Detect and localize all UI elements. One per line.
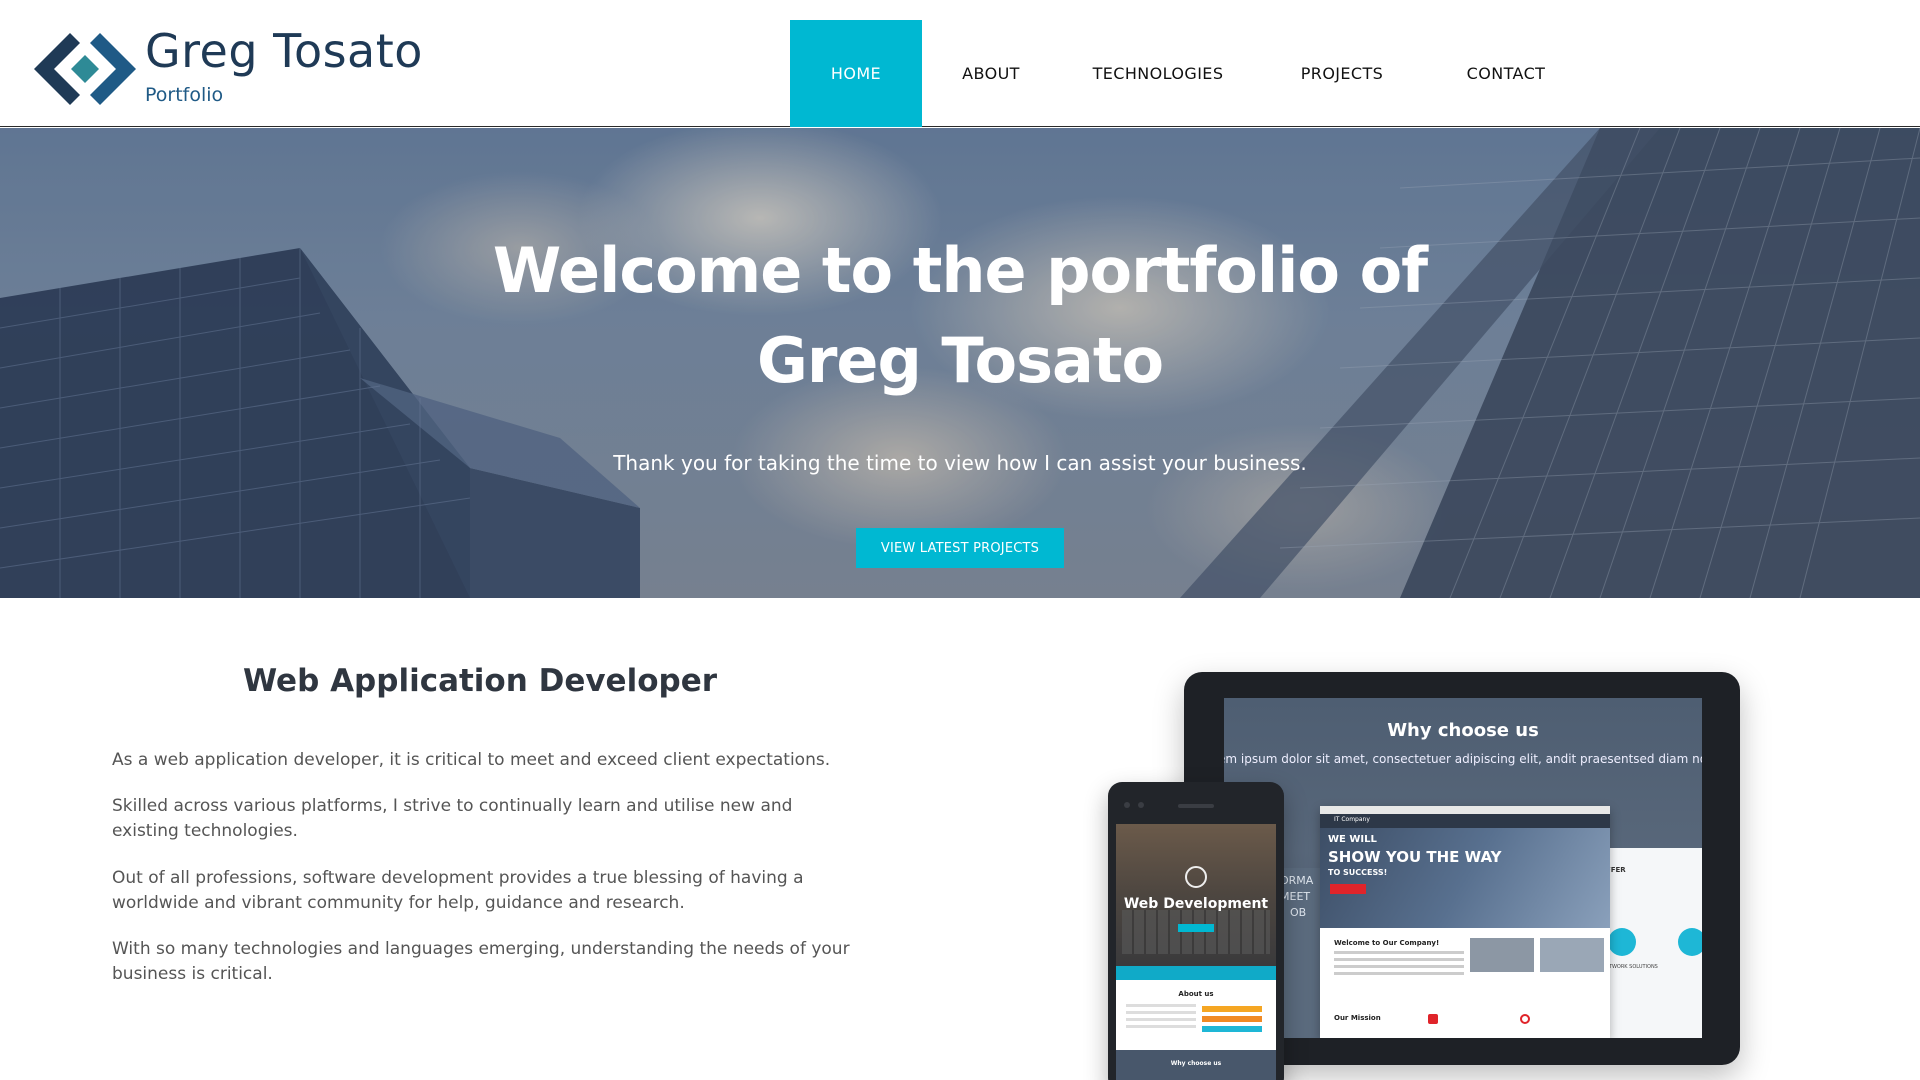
nav-about[interactable]: ABOUT [922,20,1060,127]
phone-hero: Web Development [1116,824,1276,966]
phone-hero-button [1178,924,1214,932]
about-paragraph-1: As a web application developer, it is cr… [112,750,831,770]
tablet-network-label: NETWORK SOLUTIONS [1602,964,1658,970]
site-header: Greg Tosato Portfolio HOME ABOUT TECHNOL… [0,0,1920,127]
window-mission-icon [1428,1014,1438,1024]
brand-subtitle: Portfolio [145,84,224,106]
phone-camera-icon [1124,802,1130,808]
hero-title-line1: Welcome to the portfolio of [492,234,1428,307]
window-hero-line3: TO SUCCESS! [1328,868,1388,877]
section-title: Web Application Developer [242,663,718,699]
tablet-screen: Why choose us em ipsum dolor sit amet, c… [1224,698,1702,1038]
about-paragraph-2: Skilled across various platforms, I stri… [112,796,793,841]
hero-subtitle: Thank you for taking the time to view ho… [613,451,1307,475]
phone-keyboard-image [1122,910,1270,954]
window-titlebar [1320,806,1610,814]
network-icon [1608,928,1636,956]
phone-sensor-icon [1138,802,1144,808]
tablet-left-text-1: ORMA [1280,874,1314,887]
tablet-left-text-3: OB [1290,906,1307,919]
tablet-screen-title: Why choose us [1387,720,1539,741]
view-latest-projects-button[interactable]: VIEW LATEST PROJECTS [856,528,1064,568]
brand-name[interactable]: Greg Tosato [145,24,423,78]
about-paragraph-4: With so many technologies and languages … [112,939,850,984]
brand-logo-icon[interactable] [34,33,136,105]
window-logo-text: IT Company [1334,816,1370,823]
phone-progress-bar-2 [1202,1016,1262,1022]
phone-why-heading: Why choose us [1170,1060,1222,1067]
phone-mockup-image: Web Development About us Why choose us [1108,782,1284,1080]
about-paragraph-3: Out of all professions, software develop… [112,868,804,913]
window-hero: WE WILL SHOW YOU THE WAY TO SUCCESS! [1320,828,1610,928]
tablet-screen-text: em ipsum dolor sit amet, consectetuer ad… [1224,752,1702,766]
window-timer-icon [1520,1014,1530,1024]
phone-text-lines [1126,1004,1196,1032]
phone-nav-bar [1116,966,1276,980]
tablet-left-text-2: MEET [1280,890,1311,903]
window-thumbnail-1 [1470,938,1534,972]
phone-about-heading: About us [1178,990,1214,998]
main-nav: HOME ABOUT TECHNOLOGIES PROJECTS CONTACT [790,20,1584,127]
phone-progress-bar-1 [1202,1006,1262,1012]
phone-screen: Web Development About us Why choose us [1116,824,1276,1080]
window-thumbnail-2 [1540,938,1604,972]
phone-dark-section: Why choose us [1116,1050,1276,1080]
hero-section: Welcome to the portfolio of Greg Tosato … [0,128,1920,598]
nav-contact[interactable]: CONTACT [1428,20,1584,127]
service-icon [1678,928,1702,956]
globe-icon [1185,866,1207,888]
window-hero-line1: WE WILL [1328,834,1377,845]
window-welcome-heading: Welcome to Our Company! [1334,939,1440,947]
mockup-browser-window: IT Company WE WILL SHOW YOU THE WAY TO S… [1320,806,1610,1038]
tablet-side-panel: OFFER NETWORK SOLUTIONS [1594,848,1702,1038]
window-hero-line2: SHOW YOU THE WAY [1328,848,1502,866]
phone-progress-bar-3 [1202,1026,1262,1032]
nav-home[interactable]: HOME [790,20,922,127]
nav-technologies[interactable]: TECHNOLOGIES [1060,20,1256,127]
phone-speaker [1178,804,1214,808]
phone-hero-title: Web Development [1123,896,1269,912]
nav-projects[interactable]: PROJECTS [1256,20,1428,127]
window-hero-button [1330,884,1366,894]
hero-title-line2: Greg Tosato [756,324,1164,397]
window-mission-heading: Our Mission [1334,1014,1381,1022]
window-text-lines [1334,951,1464,979]
